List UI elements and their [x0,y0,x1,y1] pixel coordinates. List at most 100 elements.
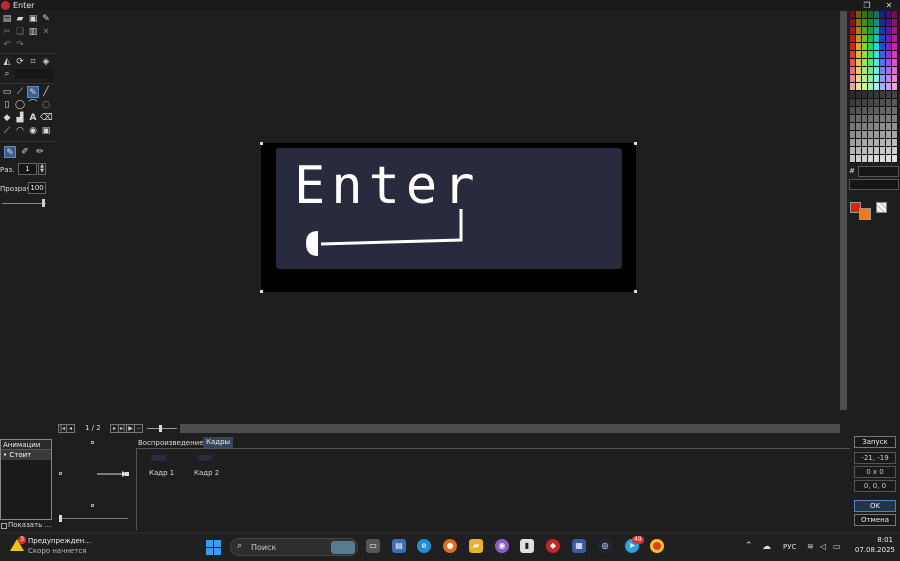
palette-swatch[interactable] [880,123,885,130]
timeline-zoom-track[interactable] [147,428,177,429]
palette-swatch[interactable] [892,11,897,18]
palette-swatch[interactable] [874,131,879,138]
palette-swatch[interactable] [850,123,855,130]
palette-swatch[interactable] [850,43,855,50]
palette-swatch[interactable] [868,91,873,98]
pencil-tool-icon[interactable]: ✎ [27,86,39,98]
palette-swatch[interactable] [880,147,885,154]
palette-swatch[interactable] [892,123,897,130]
palette-swatch[interactable] [862,131,867,138]
prev-frame-button[interactable]: ◂ [66,424,75,433]
palette-swatch[interactable] [856,35,861,42]
palette-swatch[interactable] [886,51,891,58]
palette-swatch[interactable] [880,91,885,98]
palette-swatch[interactable] [892,147,897,154]
palette-swatch[interactable] [856,19,861,26]
direction-left-handle[interactable] [59,472,62,475]
palette-swatch[interactable] [856,59,861,66]
palette-swatch[interactable] [886,67,891,74]
resize-handle[interactable] [634,290,637,293]
palette-swatch[interactable] [850,75,855,82]
resize-handle[interactable] [260,142,263,145]
palette-swatch[interactable] [874,75,879,82]
paste-icon[interactable]: ▥ [27,26,39,38]
open-folder-icon[interactable]: ▰ [14,13,26,25]
circle-target-icon[interactable]: ◉ [27,125,39,137]
palette-swatch[interactable] [856,147,861,154]
new-file-icon[interactable]: ▤ [1,13,13,25]
free-select-icon[interactable]: ◌ [40,99,52,111]
palette-swatch[interactable] [850,51,855,58]
palette-swatch[interactable] [868,131,873,138]
palette-swatch[interactable] [892,107,897,114]
palette-swatch[interactable] [886,99,891,106]
palette-swatch[interactable] [868,107,873,114]
brush-size-stepper[interactable]: ▲ ▼ [38,163,46,175]
palette-swatch[interactable] [862,19,867,26]
palette-swatch[interactable] [862,123,867,130]
resize-handle[interactable] [260,290,263,293]
horizontal-scrollbar[interactable] [180,424,840,433]
palette-swatch[interactable] [892,139,897,146]
palette-swatch[interactable] [886,115,891,122]
palette-swatch[interactable] [880,67,885,74]
opacity-slider-thumb[interactable] [42,199,45,207]
ok-button[interactable]: OK [854,500,896,512]
brush-shape-3-icon[interactable]: ✏ [34,146,46,158]
palette-swatch[interactable] [892,51,897,58]
palette-swatch[interactable] [862,59,867,66]
palette-swatch[interactable] [850,99,855,106]
brush-size-input[interactable]: 1 [18,163,37,175]
frame-tool-icon[interactable]: ▣ [40,125,52,137]
palette-swatch[interactable] [850,67,855,74]
text-tool-icon[interactable]: A [27,112,39,124]
palette-swatch[interactable] [868,27,873,34]
palette-swatch[interactable] [850,147,855,154]
palette-swatch[interactable] [850,155,855,162]
battery-icon[interactable]: ▭ [833,542,841,551]
palette-swatch[interactable] [880,139,885,146]
palette-swatch[interactable] [868,115,873,122]
palette-swatch[interactable] [886,75,891,82]
palette-swatch[interactable] [862,99,867,106]
palette-swatch[interactable] [886,19,891,26]
palette-swatch[interactable] [856,75,861,82]
palette-swatch[interactable] [850,107,855,114]
palette-swatch[interactable] [880,35,885,42]
palette-swatch[interactable] [856,131,861,138]
palette-swatch[interactable] [886,35,891,42]
gradient-tool-icon[interactable]: ⟋ [1,125,13,137]
brush-shape-2-icon[interactable]: ✐ [19,146,31,158]
run-button[interactable]: Запуск [854,436,896,448]
speed-slider-track[interactable] [60,518,128,519]
palette-swatch[interactable] [862,51,867,58]
palette-swatch[interactable] [880,83,885,90]
palette-swatch[interactable] [892,75,897,82]
animations-list[interactable]: Анимации • Стоит [0,439,52,520]
rectangle-tool-icon[interactable]: ▯ [1,99,13,111]
eyedropper-icon[interactable]: ⟋ [14,86,26,98]
palette-swatch[interactable] [850,91,855,98]
palette-swatch[interactable] [874,43,879,50]
ellipse-tool-icon[interactable]: ◯ [14,99,26,111]
transparent-color-icon[interactable] [876,202,887,213]
secondary-color-swatch[interactable] [859,208,871,220]
palette-swatch[interactable] [850,35,855,42]
palette-swatch[interactable] [880,99,885,106]
palette-swatch[interactable] [880,107,885,114]
palette-swatch[interactable] [880,51,885,58]
save-icon[interactable]: ▣ [27,13,39,25]
color-palette-grid[interactable] [850,11,898,163]
vertical-scrollbar[interactable] [840,11,847,410]
windows-start-icon[interactable] [206,540,221,555]
palette-swatch[interactable] [880,131,885,138]
tab-frames[interactable]: Кадры [203,437,234,448]
aseprite-app-icon[interactable]: ◆ [546,539,560,553]
palette-swatch[interactable] [886,27,891,34]
palette-swatch[interactable] [892,83,897,90]
palette-swatch[interactable] [874,35,879,42]
animation-item[interactable]: • Стоит [1,450,51,460]
palette-swatch[interactable] [862,67,867,74]
palette-swatch[interactable] [892,67,897,74]
palette-swatch[interactable] [862,147,867,154]
